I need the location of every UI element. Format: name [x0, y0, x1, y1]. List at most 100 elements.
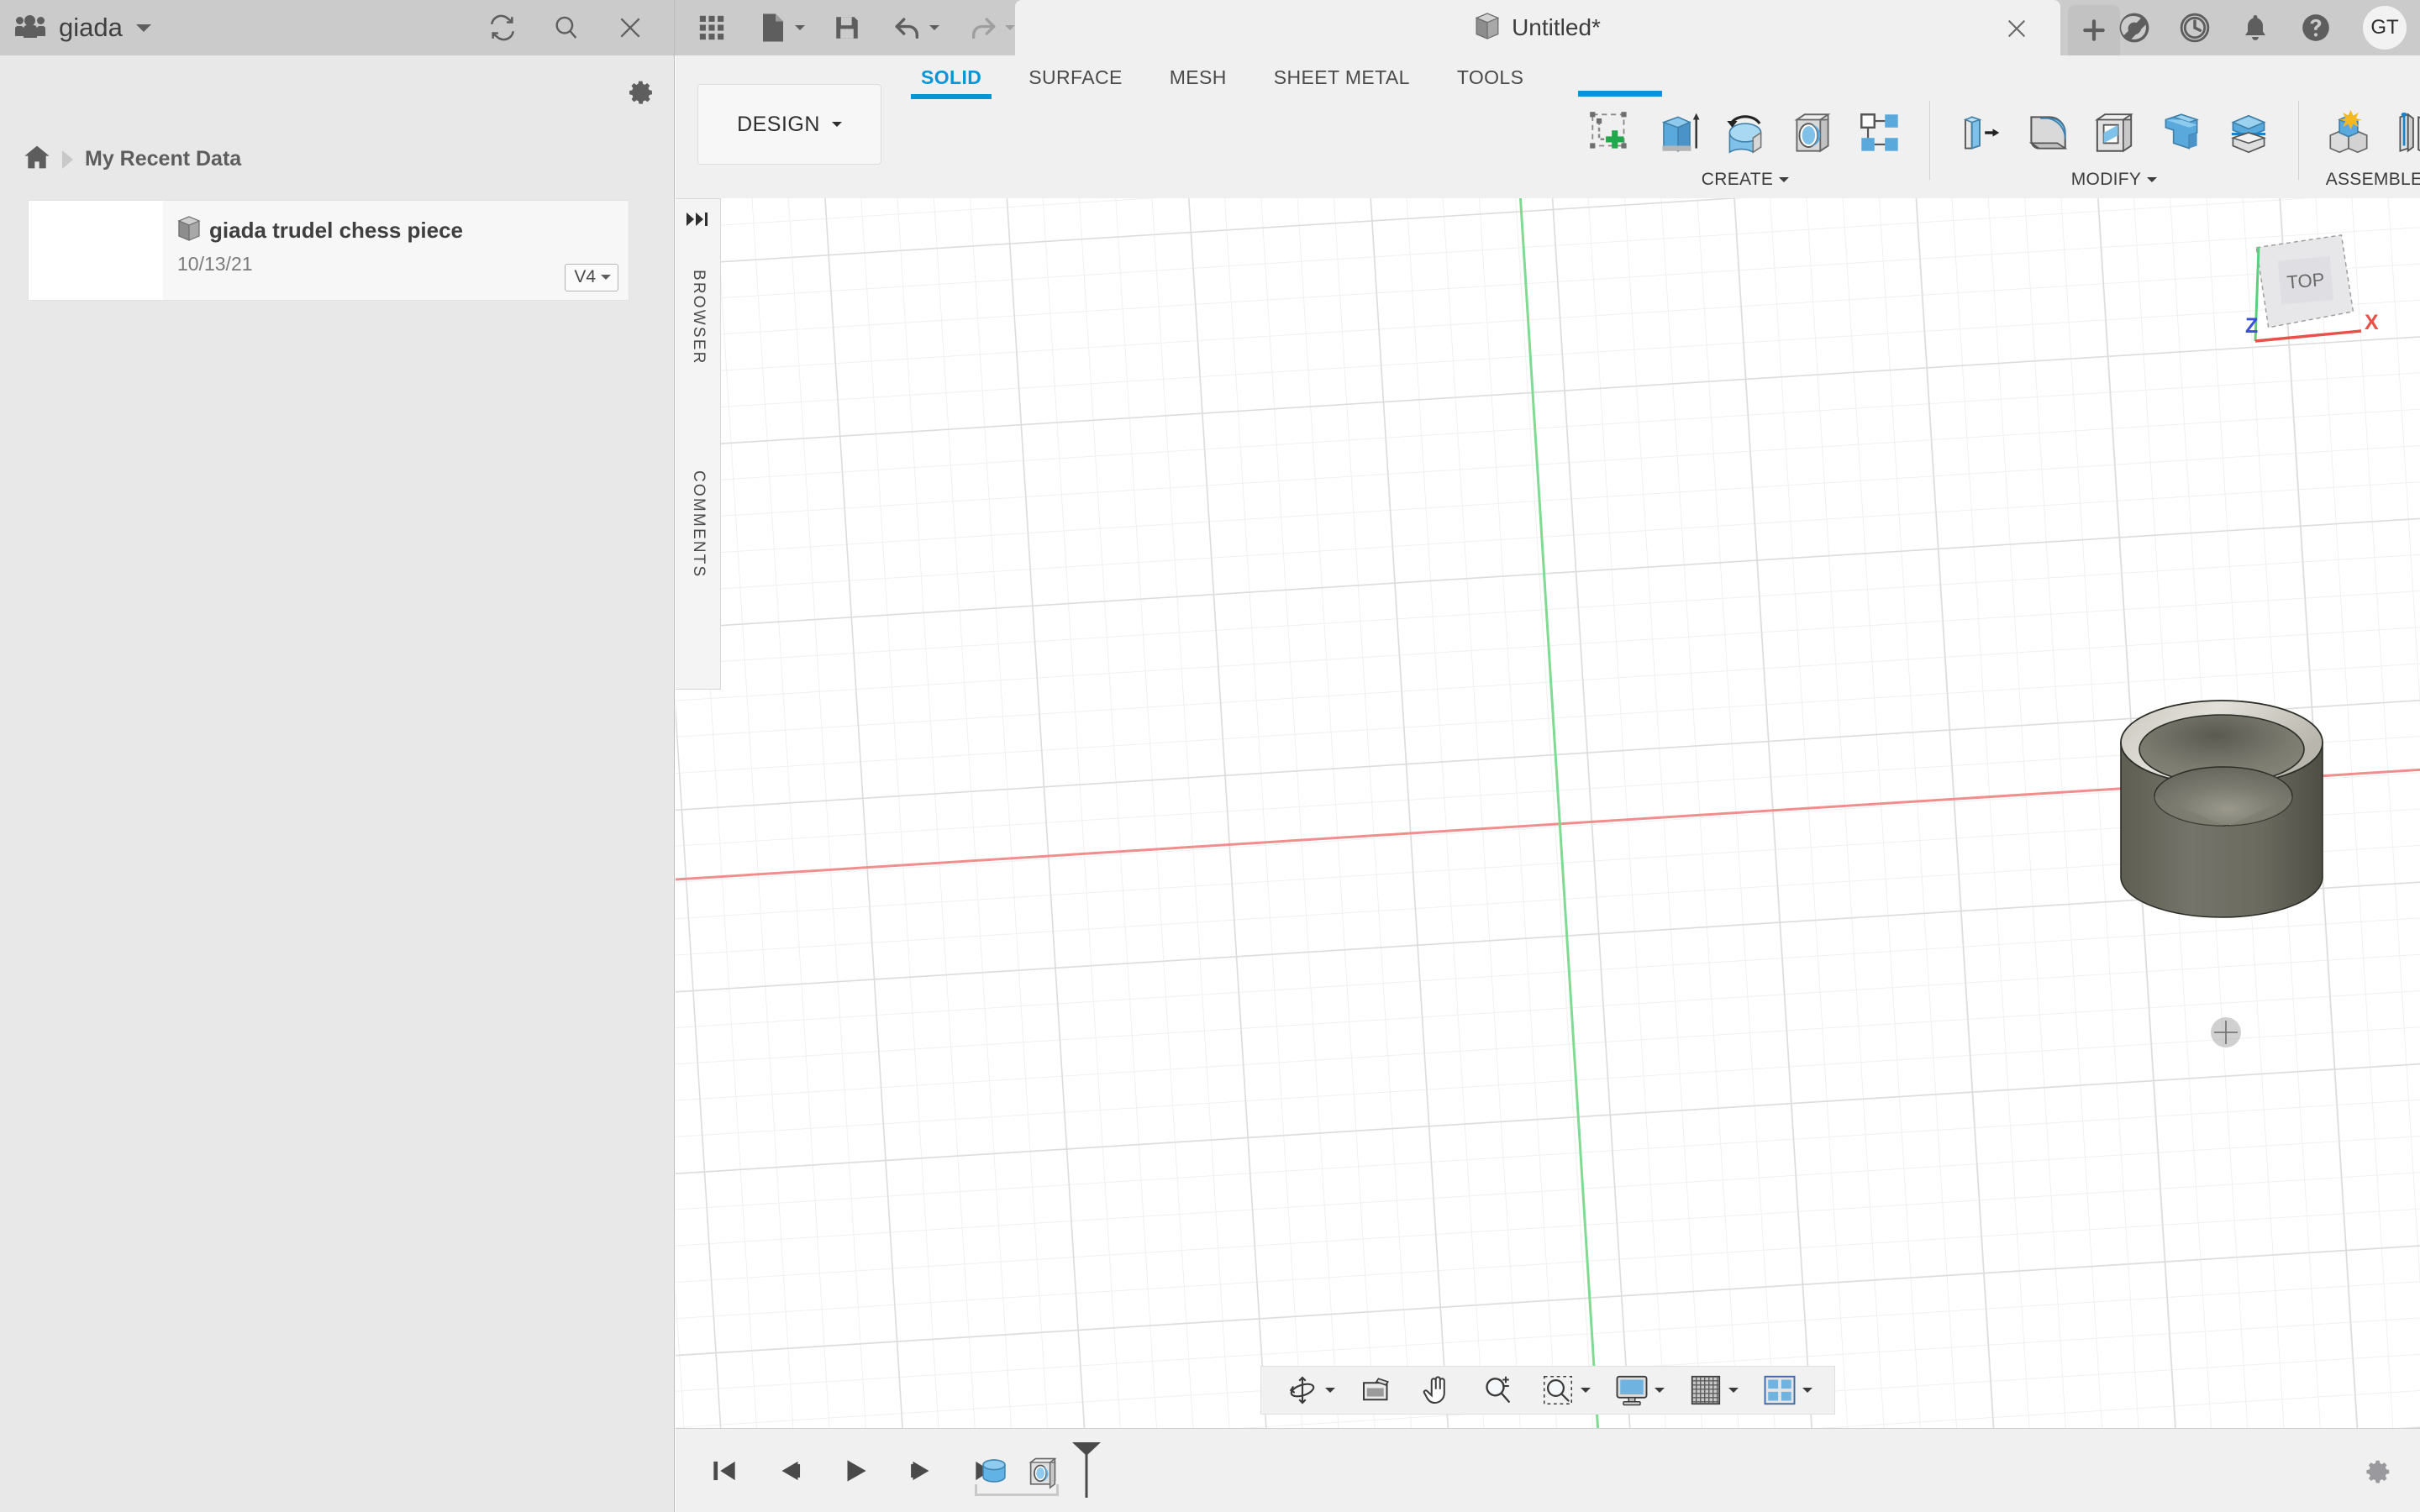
orbit-button[interactable] [1275, 1371, 1344, 1410]
caret-down-icon[interactable] [1005, 25, 1015, 30]
go-to-beginning-icon[interactable] [704, 1451, 744, 1491]
close-icon[interactable] [612, 9, 649, 46]
extrude-icon[interactable] [1645, 100, 1711, 165]
tab-sheet-metal[interactable]: SHEET METAL [1250, 55, 1434, 99]
look-at-icon[interactable] [1357, 1371, 1396, 1410]
ribbon-group-label-assemble[interactable]: ASSEMBLE [2326, 170, 2420, 190]
grid-snaps-button[interactable] [1678, 1371, 1747, 1410]
ribbon-group-label-modify[interactable]: MODIFY [2071, 170, 2158, 190]
ribbon: DESIGN SOLID SURFACE MESH SHEET METAL TO… [676, 55, 2420, 198]
redo-icon[interactable] [965, 9, 1002, 46]
hub-name[interactable]: giada [59, 13, 123, 43]
caret-down-icon[interactable] [1655, 1388, 1665, 1393]
display-settings-button[interactable] [1604, 1371, 1673, 1410]
chevron-right-icon [62, 150, 73, 169]
avatar[interactable]: GT [2363, 6, 2407, 50]
new-tab-button[interactable] [2068, 5, 2120, 55]
caret-down-icon[interactable] [1728, 1388, 1739, 1393]
display-settings-icon[interactable] [1612, 1371, 1651, 1410]
viewport[interactable]: TOP Z X BROWSER COMMENTS [676, 198, 2420, 1428]
close-icon[interactable] [2005, 17, 2028, 40]
timeline-settings-icon[interactable] [2360, 1454, 2396, 1491]
tab-tools[interactable]: TOOLS [1434, 55, 1548, 99]
caret-down-icon[interactable] [929, 25, 939, 30]
expand-arrows-icon[interactable] [684, 209, 713, 231]
caret-down-icon [2147, 177, 2158, 182]
new-file-icon[interactable] [755, 9, 792, 46]
new-file-button[interactable] [755, 9, 805, 46]
caret-down-icon[interactable] [1325, 1388, 1335, 1393]
undo-icon[interactable] [889, 9, 926, 46]
bell-icon[interactable] [2237, 9, 2274, 46]
data-panel-settings-button[interactable] [623, 76, 657, 113]
new-component-icon[interactable] [2316, 100, 2381, 165]
list-item-title: giada trudel chess piece [177, 216, 463, 247]
combine-icon[interactable] [2149, 100, 2214, 165]
pattern-icon[interactable] [1847, 100, 1912, 165]
press-pull-icon[interactable] [1947, 100, 2012, 165]
active-group-marker [1578, 91, 1662, 97]
viewports-button[interactable] [1752, 1371, 1821, 1410]
group-name-text: ASSEMBLE [2325, 170, 2420, 189]
caret-down-icon [601, 275, 611, 280]
side-tab-browser[interactable]: BROWSER [676, 238, 721, 397]
plus-icon [2083, 19, 2105, 41]
breadcrumb-current[interactable]: My Recent Data [85, 147, 241, 171]
joint-icon[interactable] [2383, 100, 2420, 165]
version-selector[interactable]: V4 [565, 264, 618, 291]
timeline-playback-controls [704, 1429, 1007, 1512]
divider [2298, 101, 2299, 180]
refresh-icon[interactable] [484, 9, 521, 46]
caret-down-icon[interactable] [794, 25, 805, 30]
timeline-features [971, 1429, 1065, 1512]
hole-icon[interactable] [1780, 100, 1845, 165]
grid-snaps-icon[interactable] [1686, 1371, 1725, 1410]
step-forward-icon[interactable] [901, 1451, 941, 1491]
look-at-button[interactable] [1349, 1371, 1404, 1410]
fillet-icon[interactable] [2014, 100, 2080, 165]
caret-down-icon[interactable] [1802, 1388, 1812, 1393]
zoom-window-icon[interactable] [1539, 1371, 1577, 1410]
zoom-button[interactable] [1470, 1371, 1525, 1410]
ribbon-group-label-create[interactable]: CREATE [1702, 170, 1790, 190]
side-panel-tabs: BROWSER COMMENTS [676, 198, 721, 690]
tab-solid[interactable]: SOLID [897, 55, 1005, 99]
shell-icon[interactable] [2081, 100, 2147, 165]
view-cube[interactable]: TOP Z X [2220, 223, 2388, 375]
help-icon[interactable] [2297, 9, 2334, 46]
home-icon[interactable] [24, 144, 50, 174]
tab-surface[interactable]: SURFACE [1005, 55, 1145, 99]
ribbon-groups: CREATE MODIFY ASSEMBLE [1566, 91, 2420, 198]
item-thumbnail [29, 201, 163, 300]
document-tab[interactable]: Untitled* [1015, 0, 2060, 55]
search-icon[interactable] [548, 9, 585, 46]
clock-icon[interactable] [2176, 9, 2213, 46]
viewports-icon[interactable] [1760, 1371, 1799, 1410]
save-icon[interactable] [830, 9, 865, 46]
cube-icon [177, 216, 201, 247]
tab-mesh[interactable]: MESH [1146, 55, 1250, 99]
orbit-icon[interactable] [1283, 1371, 1322, 1410]
pan-icon[interactable] [1418, 1371, 1456, 1410]
list-item[interactable]: giada trudel chess piece 10/13/21 V4 [28, 200, 629, 301]
split-body-icon[interactable] [2216, 100, 2281, 165]
play-icon[interactable] [835, 1451, 876, 1491]
pan-button[interactable] [1409, 1371, 1465, 1410]
revolve-icon[interactable] [1712, 100, 1778, 165]
undo-button[interactable] [889, 9, 939, 46]
caret-down-icon[interactable] [1581, 1388, 1591, 1393]
chess-piece-body[interactable] [2117, 694, 2327, 996]
extension-icon[interactable] [2116, 9, 2153, 46]
app-grid-icon[interactable] [695, 9, 729, 46]
step-back-icon[interactable] [770, 1451, 810, 1491]
create-sketch-icon[interactable] [1578, 100, 1644, 165]
zoom-icon[interactable] [1478, 1371, 1517, 1410]
timeline [676, 1428, 2420, 1512]
timeline-group-bracket [975, 1484, 1059, 1496]
zoom-window-button[interactable] [1530, 1371, 1599, 1410]
chevron-down-icon[interactable] [135, 24, 151, 32]
timeline-marker-icon[interactable] [1069, 1441, 1104, 1504]
side-tab-comments[interactable]: COMMENTS [676, 434, 721, 615]
workspace-selector[interactable]: DESIGN [697, 84, 881, 165]
redo-button[interactable] [965, 9, 1015, 46]
